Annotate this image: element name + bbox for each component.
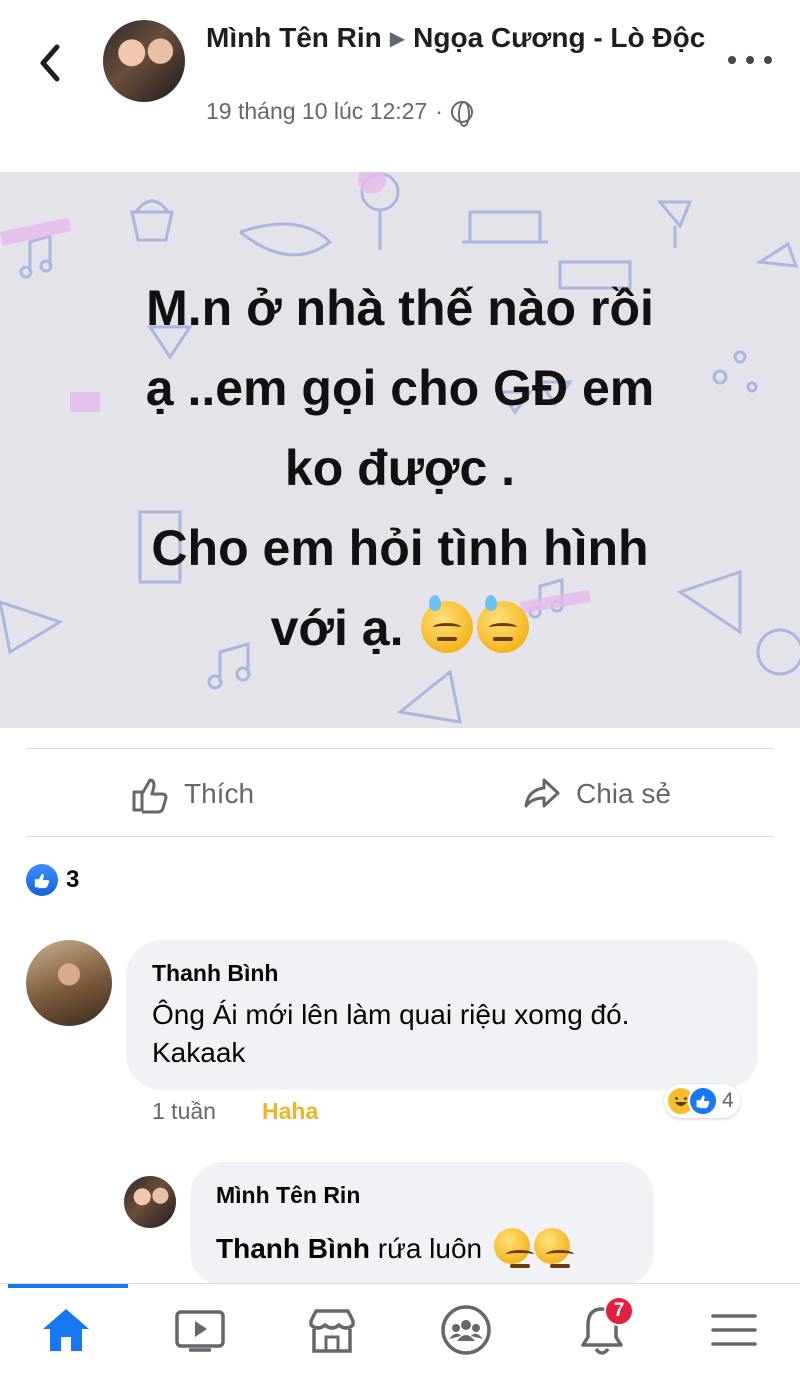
reaction-count-text: 4 bbox=[722, 1089, 734, 1112]
back-button[interactable] bbox=[30, 38, 70, 88]
dot-icon bbox=[746, 56, 754, 64]
reaction-count: 3 bbox=[66, 866, 80, 893]
tab-menu[interactable] bbox=[702, 1298, 766, 1362]
comment-reaction-label[interactable]: Haha bbox=[262, 1098, 318, 1125]
post-text: M.n ở nhà thế nào rồi ạ ..em gọi cho GĐ … bbox=[40, 268, 760, 668]
author-name[interactable]: Mình Tên Rin bbox=[206, 22, 382, 53]
like-reaction-icon bbox=[688, 1086, 718, 1116]
reply-text: Thanh Bình rứa luôn bbox=[216, 1228, 574, 1268]
post-line: Cho em hỏi tình hình bbox=[151, 520, 649, 576]
post-title: Mình Tên Rin ▶ Ngọa Cương - Lò Độc bbox=[206, 20, 726, 57]
reply-avatar[interactable] bbox=[124, 1176, 176, 1228]
groups-icon bbox=[441, 1305, 491, 1355]
share-label: Chia sẻ bbox=[576, 778, 671, 809]
tab-marketplace[interactable] bbox=[300, 1298, 364, 1362]
post-line: ko được . bbox=[284, 440, 516, 496]
reply-body: rứa luôn bbox=[377, 1233, 483, 1264]
chevron-left-icon bbox=[40, 44, 60, 82]
downcast-sweat-emoji-icon bbox=[477, 595, 530, 653]
share-button[interactable]: Chia sẻ bbox=[522, 768, 671, 820]
tears-of-joy-emoji-icon bbox=[533, 1228, 574, 1268]
globe-icon bbox=[450, 100, 473, 127]
comment-line: Kakaak bbox=[152, 1037, 246, 1068]
store-icon bbox=[309, 1309, 355, 1353]
comment-text: Ông Ái mới lên làm quai riệu xomg đó. Ka… bbox=[152, 996, 629, 1072]
divider bbox=[26, 748, 774, 749]
video-icon bbox=[175, 1310, 225, 1352]
mention-link[interactable]: Thanh Bình bbox=[216, 1233, 370, 1264]
share-icon bbox=[524, 778, 560, 808]
group-name[interactable]: Ngọa Cương - Lò Độc bbox=[413, 22, 705, 53]
commenter-avatar[interactable] bbox=[26, 940, 112, 1026]
comment-reaction-count[interactable]: 4 bbox=[664, 1084, 740, 1118]
post-timestamp[interactable]: 19 tháng 10 lúc 12:27 bbox=[206, 98, 427, 125]
author-avatar[interactable] bbox=[103, 20, 185, 102]
tab-notifications[interactable]: 7 bbox=[570, 1296, 634, 1362]
thumbs-up-icon bbox=[132, 778, 168, 814]
tab-home[interactable] bbox=[34, 1298, 98, 1362]
comment-author[interactable]: Thanh Bình bbox=[152, 960, 278, 987]
post-line: M.n ở nhà thế nào rồi bbox=[146, 280, 654, 336]
dot-icon bbox=[764, 56, 772, 64]
post-meta: 19 tháng 10 lúc 12:27 · bbox=[206, 98, 473, 127]
post-line: ạ ..em gọi cho GĐ em bbox=[145, 360, 655, 416]
comment-time[interactable]: 1 tuần bbox=[152, 1098, 216, 1125]
comment-line: Ông Ái mới lên làm quai riệu xomg đó. bbox=[152, 999, 630, 1030]
post-line: với ạ. bbox=[270, 600, 404, 656]
more-options-button[interactable] bbox=[728, 48, 772, 72]
bottom-navigation: 7 bbox=[0, 1283, 800, 1376]
arrow-right-icon: ▶ bbox=[389, 28, 406, 50]
reply-author[interactable]: Mình Tên Rin bbox=[216, 1182, 360, 1209]
meta-separator: · bbox=[435, 98, 443, 124]
downcast-sweat-emoji-icon bbox=[421, 595, 474, 653]
divider bbox=[26, 836, 774, 837]
home-icon bbox=[43, 1309, 89, 1351]
like-label: Thích bbox=[184, 778, 255, 809]
like-reaction-icon bbox=[26, 864, 58, 896]
like-button[interactable]: Thích bbox=[130, 768, 254, 820]
post-line-last: với ạ. bbox=[40, 588, 760, 668]
tears-of-joy-emoji-icon bbox=[493, 1228, 534, 1268]
tab-watch[interactable] bbox=[168, 1298, 232, 1362]
hamburger-menu-icon bbox=[711, 1314, 757, 1346]
notification-badge: 7 bbox=[604, 1296, 634, 1326]
active-tab-indicator bbox=[8, 1284, 128, 1288]
reaction-summary[interactable]: 3 bbox=[26, 864, 79, 896]
tab-groups[interactable] bbox=[434, 1298, 498, 1362]
dot-icon bbox=[728, 56, 736, 64]
post-header: Mình Tên Rin ▶ Ngọa Cương - Lò Độc 19 thán… bbox=[0, 0, 800, 150]
